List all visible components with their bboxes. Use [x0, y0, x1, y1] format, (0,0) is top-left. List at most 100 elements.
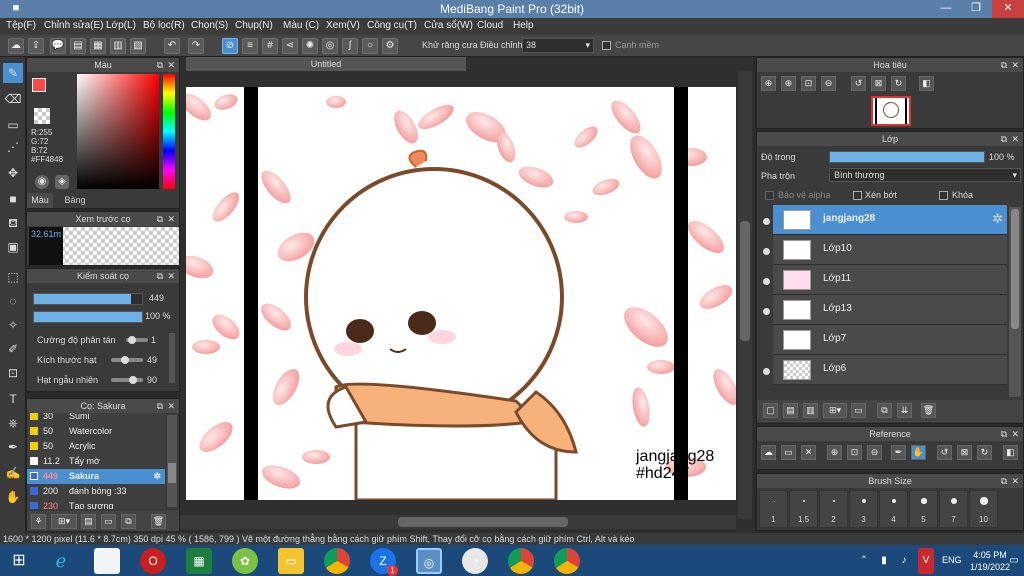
list-item[interactable]: 50 Acrylic [27, 439, 155, 454]
grain-size-slider[interactable] [121, 356, 129, 364]
eyedropper-icon[interactable]: ✒ [3, 437, 23, 457]
rotate-left-icon[interactable]: ↺ [937, 445, 952, 460]
fit-icon[interactable]: ⊡ [847, 445, 862, 460]
curve-snap-icon[interactable]: ∫ [342, 38, 358, 54]
undock-icon[interactable]: ⧉ [1001, 58, 1007, 72]
rotate-right-icon[interactable]: ↻ [977, 445, 992, 460]
parallel-snap-icon[interactable]: ≡ [242, 38, 258, 54]
copy-brush-icon[interactable]: ▤ [81, 514, 96, 529]
layer-menu-icon[interactable]: ⊞▾ [823, 403, 847, 418]
zoom-out-icon[interactable]: ⊖ [821, 76, 836, 91]
layer-row[interactable]: Lớp11 [773, 265, 1007, 295]
windows-start-icon[interactable]: ⊞ [6, 548, 32, 574]
move-tool-icon[interactable]: ✥ [3, 163, 23, 183]
brush-menu-icon[interactable]: ⊞▾ [51, 514, 77, 529]
duplicate-icon[interactable]: ⧉ [121, 514, 136, 529]
undock-icon[interactable]: ⧉ [1001, 427, 1007, 441]
vanish-snap-icon[interactable]: ⋖ [282, 38, 298, 54]
list-item[interactable]: 200 đánh bóng :33 [27, 484, 155, 499]
vietkey-icon[interactable]: V [918, 548, 934, 574]
close-icon[interactable]: ✕ [1011, 132, 1019, 146]
layer-row-selected[interactable]: jangjang28 ✲ [773, 205, 1007, 235]
brush-size-option[interactable]: 7 [939, 490, 968, 528]
trash-icon[interactable]: 🗑 [151, 514, 166, 529]
clipping-checkbox[interactable] [853, 191, 862, 200]
bucket-tool-icon[interactable]: ⛾ [3, 213, 23, 233]
menu-file[interactable]: Tệp(F) [6, 20, 36, 31]
menu-view[interactable]: Xem(V) [326, 20, 360, 31]
cross-snap-icon[interactable]: # [262, 38, 278, 54]
fit-window-icon[interactable]: ⊠ [871, 76, 886, 91]
close-button[interactable]: ✕ [992, 0, 1024, 18]
rotate-left-icon[interactable]: ↺ [851, 76, 866, 91]
redo-icon[interactable]: ↷ [188, 38, 204, 54]
undock-icon[interactable]: ⧉ [157, 212, 163, 226]
gear-icon[interactable]: ✲ [992, 211, 1003, 227]
eyedropper-icon[interactable]: ✒ [891, 445, 906, 460]
close-icon[interactable]: ✕ [1011, 474, 1019, 488]
circle-snap-icon[interactable]: ◎ [322, 38, 338, 54]
open-icon[interactable]: ☁ [761, 445, 776, 460]
text-tool-icon[interactable]: T [3, 389, 23, 409]
fit-window-icon[interactable]: ⊠ [957, 445, 972, 460]
chrome-icon[interactable] [324, 548, 350, 574]
folder-icon[interactable]: ▭ [781, 445, 796, 460]
canvas[interactable]: jangjang28 #hd247 [186, 87, 736, 500]
dot-tool-icon[interactable]: ⋰ [3, 137, 23, 157]
flip-icon[interactable]: ◧ [1003, 445, 1018, 460]
brush-size-option[interactable]: 2 [819, 490, 848, 528]
undo-icon[interactable]: ↶ [164, 38, 180, 54]
network-icon[interactable]: ▮ [876, 548, 892, 574]
lock-checkbox[interactable] [939, 191, 948, 200]
saturation-picker[interactable] [77, 74, 159, 189]
transparent-swatch[interactable] [34, 108, 50, 124]
calculator-icon[interactable]: ▦ [186, 548, 212, 574]
merge-icon[interactable]: ⇊ [897, 403, 912, 418]
eye-icon[interactable] [763, 248, 770, 255]
grid-doc-icon[interactable]: ▥ [110, 38, 126, 54]
magic-wand-icon[interactable]: ✧ [3, 315, 23, 335]
color-wheel-icon[interactable]: ◈ [55, 175, 69, 189]
export-icon[interactable]: ⇪ [28, 38, 44, 54]
brush-size-option[interactable]: 4 [879, 490, 908, 528]
file-icon[interactable] [94, 548, 120, 574]
menu-snap[interactable]: Chụp(N) [235, 20, 273, 31]
menu-cloud[interactable]: Cloud [477, 20, 503, 31]
eraser-tool-icon[interactable]: ⌫ [3, 89, 23, 109]
minimize-button[interactable]: — [932, 0, 960, 18]
tab-color[interactable]: Màu [27, 193, 53, 208]
vertical-scrollbar[interactable] [738, 71, 752, 519]
eye-icon[interactable] [763, 278, 770, 285]
chrome-icon[interactable] [554, 548, 580, 574]
menu-filter[interactable]: Bộ lọc(R) [143, 20, 185, 31]
close-icon[interactable]: ✕ [167, 58, 175, 72]
fit-icon[interactable]: ⊡ [801, 76, 816, 91]
folder-icon[interactable]: ▭ [851, 403, 866, 418]
duplicate-icon[interactable]: ⧉ [877, 403, 892, 418]
fill-rect-icon[interactable]: ■ [3, 189, 23, 209]
list-item-selected[interactable]: 449 Sakura ✲ [27, 469, 165, 484]
list-item[interactable]: 230 Tạo sương [27, 499, 155, 509]
gradient-tool-icon[interactable]: ▣ [3, 237, 23, 257]
volume-icon[interactable]: ♪ [896, 548, 912, 574]
folder-icon[interactable]: ▭ [278, 548, 304, 574]
eye-icon[interactable] [763, 368, 770, 375]
page-icon[interactable]: ▦ [90, 38, 106, 54]
snap-settings-icon[interactable]: ⚙ [382, 38, 398, 54]
document-tab[interactable]: Untitled [186, 57, 466, 71]
tab-palette[interactable]: Bảng màu [55, 193, 95, 220]
chevron-up-icon[interactable]: ⌃ [856, 548, 872, 574]
menu-color[interactable]: Màu (C) [283, 20, 319, 31]
menu-window[interactable]: Cửa sổ(W) [424, 20, 473, 31]
eye-icon[interactable] [763, 218, 770, 225]
zoom-out-icon[interactable]: ⊖ [867, 445, 882, 460]
brush-size-option[interactable]: 3 [849, 490, 878, 528]
menu-help[interactable]: Help [513, 20, 534, 31]
menu-tools[interactable]: Công cụ(T) [367, 20, 417, 31]
undock-icon[interactable]: ⧉ [157, 269, 163, 283]
brush-size-option[interactable]: 5 [909, 490, 938, 528]
undock-icon[interactable]: ⧉ [157, 399, 163, 413]
menu-edit[interactable]: Chỉnh sửa(E) [44, 20, 104, 31]
blend-select[interactable]: Bình thường ▾ [829, 168, 1021, 182]
close-icon[interactable]: ✕ [1011, 427, 1019, 441]
